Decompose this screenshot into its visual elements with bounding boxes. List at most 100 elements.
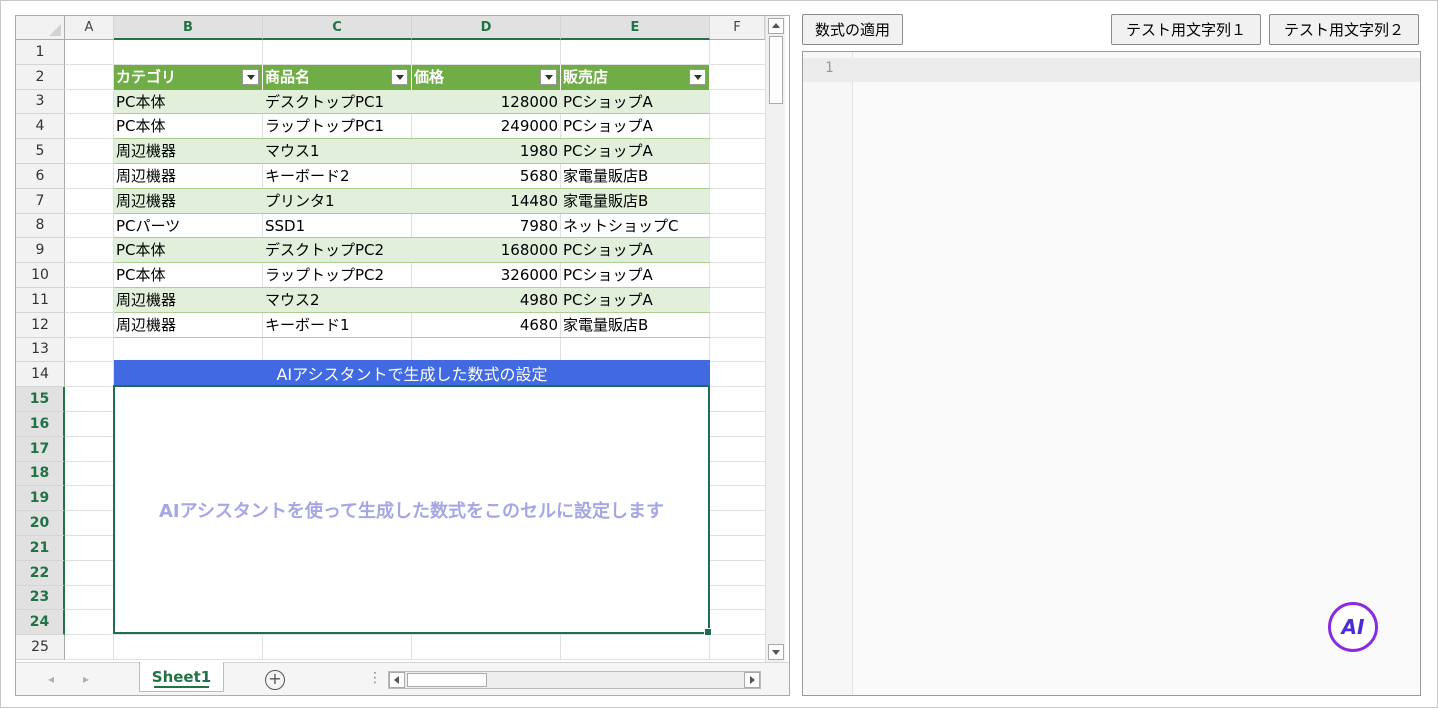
filter-dropdown-icon[interactable] (689, 68, 706, 85)
row-header-9[interactable]: 9 (16, 238, 65, 264)
table-cell-category[interactable]: 周辺機器 (114, 164, 263, 189)
table-cell-category[interactable]: PC本体 (114, 114, 263, 140)
table-cell-category[interactable]: 周辺機器 (114, 139, 263, 164)
table-cell-price[interactable]: 7980 (412, 214, 561, 239)
table-cell-product[interactable]: キーボード2 (263, 164, 412, 189)
vertical-scrollbar[interactable] (765, 16, 785, 662)
table-cell-category[interactable]: 周辺機器 (114, 313, 263, 338)
section-title[interactable]: AIアシスタントで生成した数式の設定 (114, 360, 710, 385)
table-cell-product[interactable]: SSD1 (263, 214, 412, 239)
row-header-20[interactable]: 20 (16, 511, 65, 536)
column-header-b[interactable]: B (114, 16, 263, 40)
horizontal-scrollbar[interactable] (388, 671, 761, 689)
row-header-5[interactable]: 5 (16, 139, 65, 164)
row-header-7[interactable]: 7 (16, 188, 65, 214)
row-header-6[interactable]: 6 (16, 164, 65, 189)
active-line[interactable] (803, 58, 1420, 82)
row-header-22[interactable]: 22 (16, 560, 65, 586)
table-cell-category[interactable]: PC本体 (114, 89, 263, 115)
splitter-handle-icon[interactable]: ⋮ (368, 670, 382, 686)
scroll-right-button[interactable] (744, 672, 760, 688)
scroll-left-button[interactable] (389, 672, 405, 688)
table-cell-store[interactable]: 家電量販店B (561, 313, 710, 338)
ai-assistant-button[interactable]: AI (1328, 602, 1378, 652)
table-cell-price[interactable]: 4980 (412, 288, 561, 313)
formula-target-cell[interactable]: AIアシスタントを使って生成した数式をこのセルに設定します (113, 385, 712, 636)
vertical-scroll-thumb[interactable] (769, 36, 783, 104)
test-string-2-button[interactable]: テスト用文字列２ (1269, 14, 1419, 45)
table-cell-store[interactable]: PCショップA (561, 263, 710, 288)
row-header-19[interactable]: 19 (16, 486, 65, 512)
row-header-2[interactable]: 2 (16, 64, 65, 90)
row-header-18[interactable]: 18 (16, 461, 65, 487)
tab-next-icon[interactable]: ▸ (83, 672, 89, 686)
table-cell-store[interactable]: PCショップA (561, 288, 710, 313)
row-header-12[interactable]: 12 (16, 312, 65, 338)
row-header-15[interactable]: 15 (16, 387, 65, 412)
table-cell-category[interactable]: PC本体 (114, 263, 263, 288)
table-cell-price[interactable]: 249000 (412, 114, 561, 140)
table-cell-store[interactable]: PCショップA (561, 89, 710, 115)
spreadsheet[interactable]: A B C D E F 1 2 3 4 5 6 7 8 9 10 11 12 13 14 15 16 17 18 1… (15, 15, 790, 696)
table-cell-product[interactable]: ラップトップPC1 (263, 114, 412, 140)
table-cell-store[interactable]: 家電量販店B (561, 164, 710, 189)
table-header-category[interactable]: カテゴリ (114, 64, 263, 90)
row-header-1[interactable]: 1 (16, 40, 65, 65)
row-header-21[interactable]: 21 (16, 536, 65, 561)
table-cell-category[interactable]: 周辺機器 (114, 188, 263, 214)
row-header-11[interactable]: 11 (16, 288, 65, 313)
table-cell-category[interactable]: PC本体 (114, 238, 263, 264)
table-header-product[interactable]: 商品名 (263, 64, 412, 90)
table-header-price[interactable]: 価格 (412, 64, 561, 90)
horizontal-scroll-thumb[interactable] (407, 673, 487, 687)
row-header-17[interactable]: 17 (16, 436, 65, 462)
table-cell-product[interactable]: キーボード1 (263, 313, 412, 338)
table-cell-product[interactable]: ラップトップPC2 (263, 263, 412, 288)
table-cell-price[interactable]: 4680 (412, 313, 561, 338)
filter-dropdown-icon[interactable] (242, 68, 259, 85)
row-header-4[interactable]: 4 (16, 114, 65, 140)
select-all-corner[interactable] (16, 16, 65, 40)
table-cell-product[interactable]: プリンタ1 (263, 188, 412, 214)
column-header-c[interactable]: C (263, 16, 412, 40)
table-cell-store[interactable]: PCショップA (561, 114, 710, 140)
scroll-up-button[interactable] (768, 18, 784, 34)
table-cell-product[interactable]: デスクトップPC1 (263, 89, 412, 115)
table-cell-product[interactable]: マウス2 (263, 288, 412, 313)
column-header-f[interactable]: F (710, 16, 765, 40)
tab-prev-icon[interactable]: ◂ (48, 672, 54, 686)
table-cell-store[interactable]: PCショップA (561, 238, 710, 264)
table-cell-price[interactable]: 1980 (412, 139, 561, 164)
column-header-e[interactable]: E (561, 16, 710, 40)
scroll-down-button[interactable] (768, 644, 784, 660)
apply-formula-button[interactable]: 数式の適用 (802, 14, 903, 45)
table-cell-price[interactable]: 326000 (412, 263, 561, 288)
table-cell-price[interactable]: 168000 (412, 238, 561, 264)
row-header-13[interactable]: 13 (16, 337, 65, 363)
filter-dropdown-icon[interactable] (391, 68, 408, 85)
table-cell-product[interactable]: マウス1 (263, 139, 412, 164)
table-cell-price[interactable]: 14480 (412, 188, 561, 214)
table-header-store[interactable]: 販売店 (561, 64, 710, 90)
table-cell-store[interactable]: ネットショップC (561, 214, 710, 239)
row-header-23[interactable]: 23 (16, 585, 65, 611)
row-header-3[interactable]: 3 (16, 89, 65, 115)
tab-sheet1[interactable]: Sheet1 (139, 662, 224, 692)
row-header-14[interactable]: 14 (16, 362, 65, 388)
column-header-a[interactable]: A (65, 16, 114, 40)
table-cell-product[interactable]: デスクトップPC2 (263, 238, 412, 264)
filter-dropdown-icon[interactable] (540, 68, 557, 85)
column-header-d[interactable]: D (412, 16, 561, 40)
add-sheet-icon[interactable]: + (265, 670, 285, 690)
formula-editor[interactable]: 1 (802, 51, 1421, 696)
row-header-24[interactable]: 24 (16, 610, 65, 636)
row-header-16[interactable]: 16 (16, 412, 65, 437)
table-cell-category[interactable]: 周辺機器 (114, 288, 263, 313)
table-cell-price[interactable]: 128000 (412, 89, 561, 115)
row-header-8[interactable]: 8 (16, 213, 65, 239)
row-header-10[interactable]: 10 (16, 263, 65, 288)
table-cell-category[interactable]: PCパーツ (114, 214, 263, 239)
table-cell-store[interactable]: PCショップA (561, 139, 710, 164)
test-string-1-button[interactable]: テスト用文字列１ (1111, 14, 1261, 45)
row-header-25[interactable]: 25 (16, 635, 65, 660)
